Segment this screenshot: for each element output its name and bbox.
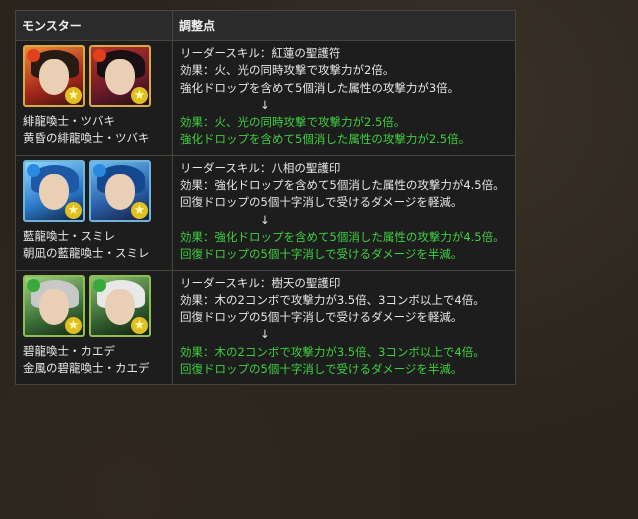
down-arrow-icon: ↓ <box>260 327 270 342</box>
star-icon: ★ <box>131 87 148 104</box>
adjustment-cell: リーダースキル：紅蓮の聖護符 効果：火、光の同時攻撃で攻撃力が2倍。 強化ドロッ… <box>172 40 516 156</box>
updated-skill-text: 効果：木の2コンボで攻撃力が3.5倍、3コンボ以上で4倍。 <box>180 344 485 359</box>
monster-name: 朝凪の藍龍喚士・スミレ <box>23 245 150 260</box>
fire-attribute-icon <box>93 49 106 62</box>
monster-cell: ★ ★ 碧龍喚士・カエデ 金風の碧龍喚士・カエデ <box>15 269 173 386</box>
monster-name: 碧龍喚士・カエデ <box>23 343 115 358</box>
star-icon: ★ <box>65 201 82 219</box>
skill-text: 回復ドロップの5個十字消しで受けるダメージを軽減。 <box>180 195 463 210</box>
updated-skill-text: 回復ドロップの5個十字消しで受けるダメージを半減。 <box>180 362 463 377</box>
monster-name: 黄昏の緋龍喚士・ツバキ <box>23 131 150 145</box>
monster-icon[interactable]: ★ <box>89 45 151 107</box>
updated-skill-text: 回復ドロップの5個十字消しで受けるダメージを半減。 <box>180 247 463 262</box>
leader-skill-adjustment-table: モンスター 調整点 ★ ★ 緋龍喚士・ツバキ 黄昏の緋龍喚士・ツバキ リーダース… <box>15 10 516 386</box>
table-row: ★ ★ 緋龍喚士・ツバキ 黄昏の緋龍喚士・ツバキ リーダースキル：紅蓮の聖護符 … <box>15 40 516 156</box>
updated-skill-text: 強化ドロップを含めて5個消した属性の攻撃力が2.5倍。 <box>180 132 471 147</box>
skill-text: リーダースキル：紅蓮の聖護符 <box>180 46 341 60</box>
skill-text: リーダースキル：八相の聖護印 <box>180 160 341 175</box>
star-icon: ★ <box>65 316 82 334</box>
monster-icon[interactable]: ★ <box>23 274 85 337</box>
water-attribute-icon <box>93 163 106 177</box>
header-monster: モンスター <box>15 10 173 41</box>
monster-cell: ★ ★ 緋龍喚士・ツバキ 黄昏の緋龍喚士・ツバキ <box>15 40 173 156</box>
skill-text: 効果：強化ドロップを含めて5個消した属性の攻撃力が4.5倍。 <box>180 178 505 193</box>
table-row: ★ ★ 碧龍喚士・カエデ 金風の碧龍喚士・カエデ リーダースキル：樹天の聖護印 … <box>15 269 516 386</box>
header-adjustment: 調整点 <box>172 10 516 41</box>
monster-icon[interactable]: ★ <box>23 45 85 107</box>
down-arrow-icon: ↓ <box>260 212 270 227</box>
monster-icon[interactable]: ★ <box>89 274 151 337</box>
adjustment-cell: リーダースキル：八相の聖護印 効果：強化ドロップを含めて5個消した属性の攻撃力が… <box>172 154 516 271</box>
water-attribute-icon <box>27 163 40 177</box>
updated-skill-text: 効果：火、光の同時攻撃で攻撃力が2.5倍。 <box>180 115 406 130</box>
wood-attribute-icon <box>27 278 40 292</box>
skill-text: 効果：木の2コンボで攻撃力が3.5倍、3コンボ以上で4倍。 <box>180 292 485 307</box>
monster-name: 緋龍喚士・ツバキ <box>23 114 115 128</box>
monster-cell: ★ ★ 藍龍喚士・スミレ 朝凪の藍龍喚士・スミレ <box>15 154 173 271</box>
adjustment-cell: リーダースキル：樹天の聖護印 効果：木の2コンボで攻撃力が3.5倍、3コンボ以上… <box>172 269 516 386</box>
table-row: ★ ★ 藍龍喚士・スミレ 朝凪の藍龍喚士・スミレ リーダースキル：八相の聖護印 … <box>15 154 516 271</box>
skill-text: 効果：火、光の同時攻撃で攻撃力が2倍。 <box>180 63 395 78</box>
wood-attribute-icon <box>93 278 106 292</box>
monster-name: 藍龍喚士・スミレ <box>23 228 115 243</box>
down-arrow-icon: ↓ <box>260 97 270 112</box>
skill-text: 強化ドロップを含めて5個消した属性の攻撃力が3倍。 <box>180 80 460 95</box>
monster-icon[interactable]: ★ <box>89 159 151 222</box>
monster-name: 金風の碧龍喚士・カエデ <box>23 360 150 375</box>
fire-attribute-icon <box>27 49 40 62</box>
star-icon: ★ <box>131 201 148 219</box>
monster-icon[interactable]: ★ <box>23 159 85 222</box>
skill-text: 回復ドロップの5個十字消しで受けるダメージを軽減。 <box>180 310 463 325</box>
star-icon: ★ <box>65 87 82 104</box>
skill-text: リーダースキル：樹天の聖護印 <box>180 275 341 290</box>
header-row: モンスター 調整点 <box>15 10 516 41</box>
updated-skill-text: 効果：強化ドロップを含めて5個消した属性の攻撃力が4.5倍。 <box>180 229 505 244</box>
star-icon: ★ <box>131 316 148 334</box>
